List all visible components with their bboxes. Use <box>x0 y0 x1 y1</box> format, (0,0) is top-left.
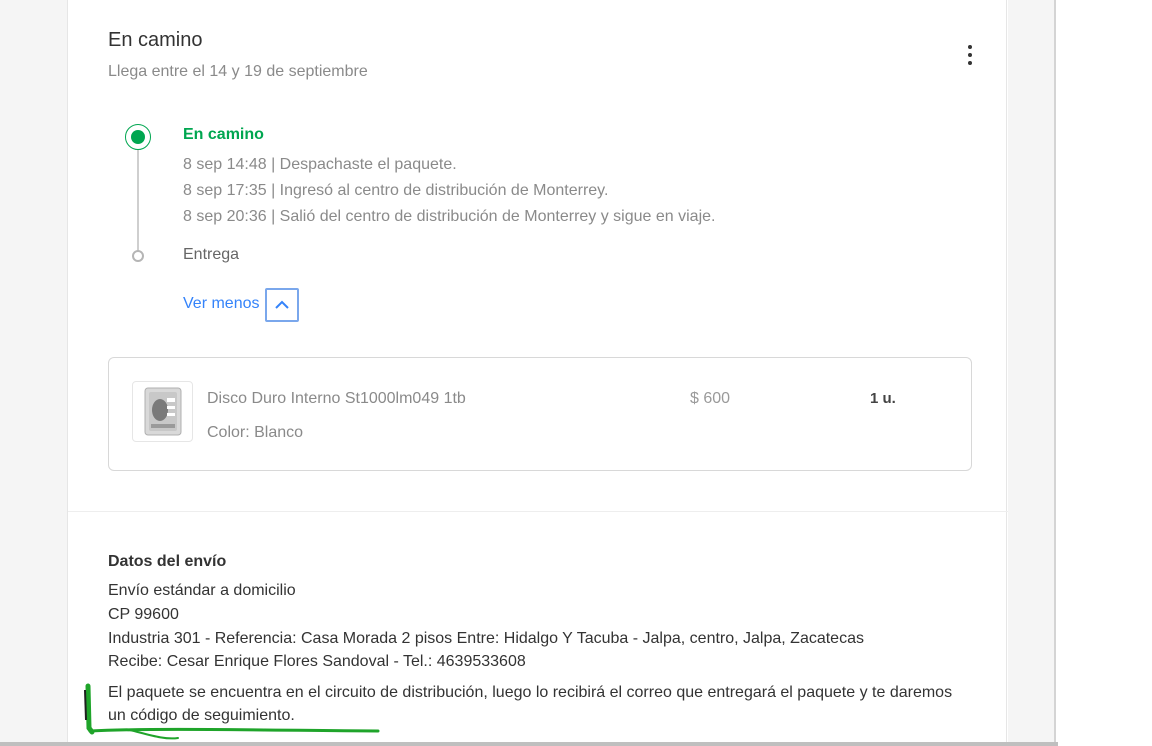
status-title: En camino <box>108 29 203 51</box>
ver-menos-link[interactable]: Ver menos <box>183 295 259 313</box>
timeline-event: 8 sep 17:35 | Ingresó al centro de distr… <box>183 182 609 199</box>
product-item[interactable]: Disco Duro Interno St1000lm049 1tb Color… <box>108 357 972 471</box>
bottom-scroll-edge <box>0 742 1058 746</box>
shipping-method: Envío estándar a domicilio <box>108 582 296 599</box>
timeline-active-dot-icon <box>125 124 151 150</box>
timeline-current-status: En camino <box>183 126 264 143</box>
timeline-event: 8 sep 14:48 | Despachaste el paquete. <box>183 156 457 173</box>
right-gutter <box>1008 0 1056 746</box>
shipping-section-title: Datos del envío <box>108 553 227 570</box>
timeline-event: 8 sep 20:36 | Salió del centro de distri… <box>183 208 716 225</box>
chevron-up-icon <box>275 300 289 309</box>
page: En camino Llega entre el 14 y 19 de sept… <box>0 0 1152 746</box>
section-divider <box>68 511 1008 512</box>
shipping-address: Industria 301 - Referencia: Casa Morada … <box>108 630 864 647</box>
kebab-menu-icon[interactable] <box>960 44 980 68</box>
delivery-estimate: Llega entre el 14 y 19 de septiembre <box>108 63 368 80</box>
hard-drive-thumbnail-icon <box>144 387 182 436</box>
timeline-delivery-step: Entrega <box>183 246 240 263</box>
shipping-note: El paquete se encuentra en el circuito d… <box>108 684 953 724</box>
shipping-postal-code: CP 99600 <box>108 606 179 623</box>
timeline-pending-dot-icon <box>132 250 144 262</box>
timeline-line <box>137 146 139 252</box>
product-name[interactable]: Disco Duro Interno St1000lm049 1tb <box>207 390 466 408</box>
product-color: Color: Blanco <box>207 424 304 441</box>
collapse-button[interactable] <box>265 288 299 322</box>
product-price: $ 600 <box>690 390 731 407</box>
shipment-card: En camino Llega entre el 14 y 19 de sept… <box>67 0 1008 746</box>
product-thumbnail[interactable] <box>132 381 193 442</box>
shipping-recipient: Recibe: Cesar Enrique Flores Sandoval - … <box>108 653 526 670</box>
product-quantity: 1 u. <box>870 390 896 407</box>
left-gutter <box>0 0 67 746</box>
